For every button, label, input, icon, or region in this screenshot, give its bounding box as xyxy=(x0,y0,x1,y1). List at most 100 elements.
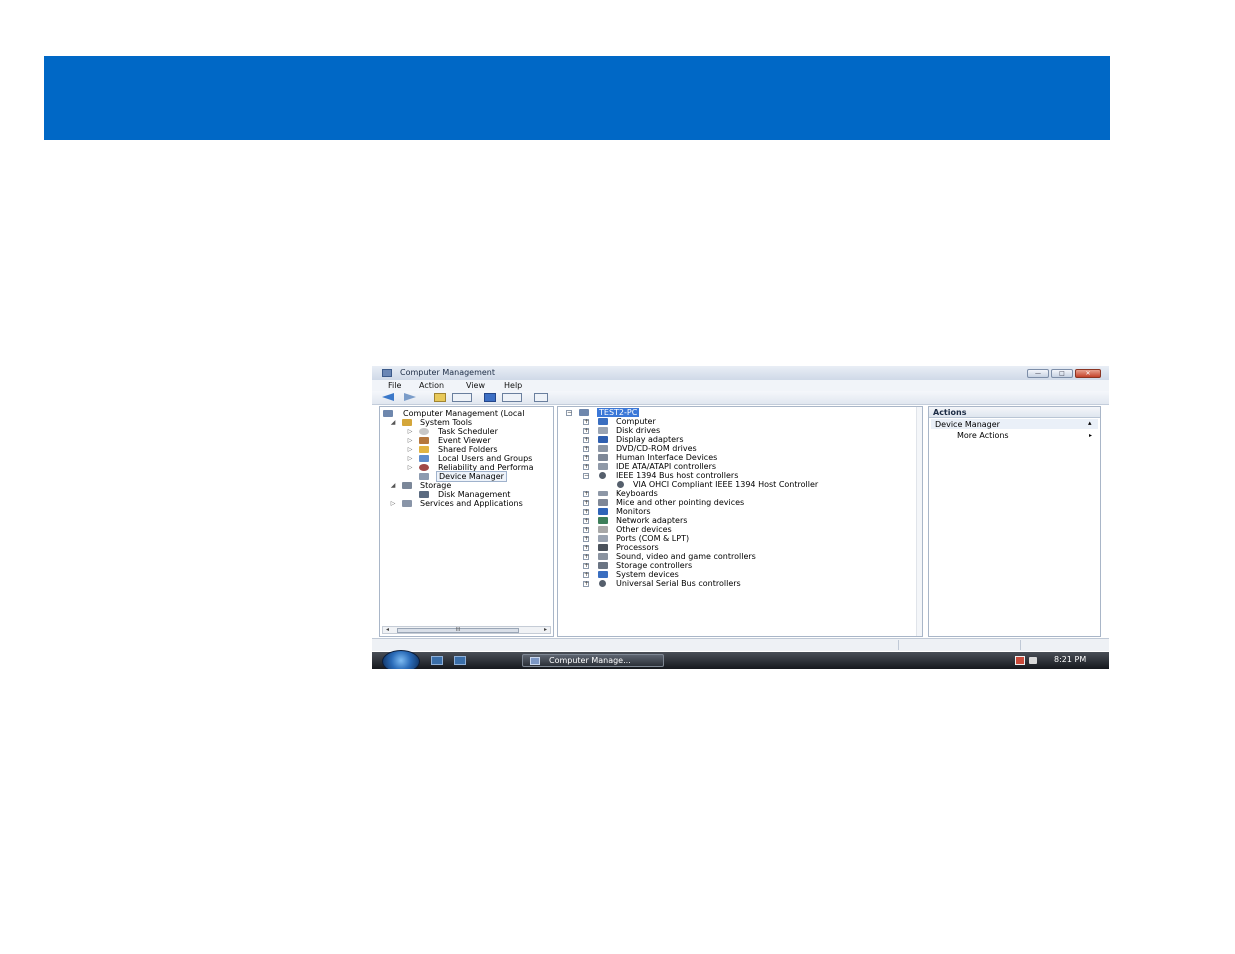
device-usb-controllers[interactable]: Universal Serial Bus controllers xyxy=(616,579,741,588)
device-ieee1394-controllers[interactable]: IEEE 1394 Bus host controllers xyxy=(616,471,738,480)
forward-arrow-icon[interactable] xyxy=(404,393,416,401)
expand-arrow-icon[interactable]: ▷ xyxy=(407,454,413,463)
actions-section[interactable]: Device Manager ▴ xyxy=(931,419,1098,429)
expand-box-icon[interactable]: + xyxy=(583,527,589,533)
status-bar xyxy=(372,638,1109,651)
minimize-button[interactable]: — xyxy=(1027,369,1049,378)
tree-root[interactable]: Computer Management (Local xyxy=(403,409,524,418)
device-dvd-drives[interactable]: DVD/CD-ROM drives xyxy=(616,444,697,453)
expand-box-icon[interactable]: + xyxy=(583,554,589,560)
taskbar-clock[interactable]: 8:21 PM xyxy=(1054,655,1086,664)
scroll-thumb[interactable]: III xyxy=(397,628,519,633)
tree-item-local-users[interactable]: Local Users and Groups xyxy=(438,454,532,463)
device-root[interactable]: TEST2-PC xyxy=(597,408,640,417)
collapse-arrow-icon[interactable]: ◢ xyxy=(390,418,396,427)
device-mice[interactable]: Mice and other pointing devices xyxy=(616,498,744,507)
device-computer[interactable]: Computer xyxy=(616,417,656,426)
collapse-arrow-icon[interactable]: ◢ xyxy=(390,481,396,490)
menu-file[interactable]: File xyxy=(388,381,401,390)
device-ports[interactable]: Ports (COM & LPT) xyxy=(616,534,689,543)
network-icon[interactable] xyxy=(1015,656,1025,665)
title-banner xyxy=(44,56,1110,140)
collapse-box-icon[interactable]: − xyxy=(566,410,572,416)
expand-box-icon[interactable]: + xyxy=(583,581,589,587)
expand-arrow-icon[interactable]: ▷ xyxy=(407,463,413,472)
device-display-adapters[interactable]: Display adapters xyxy=(616,435,684,444)
status-divider xyxy=(1020,640,1021,650)
tree-item-event-viewer[interactable]: Event Viewer xyxy=(438,436,491,445)
show-desktop-icon[interactable] xyxy=(431,656,443,665)
properties-icon[interactable] xyxy=(502,393,522,402)
actions-section-label: Device Manager xyxy=(935,420,1000,429)
device-sound-video[interactable]: Sound, video and game controllers xyxy=(616,552,756,561)
help-icon[interactable] xyxy=(484,393,496,402)
status-divider xyxy=(898,640,899,650)
up-folder-icon[interactable] xyxy=(434,393,446,402)
device-storage-controllers[interactable]: Storage controllers xyxy=(616,561,692,570)
start-orb-icon[interactable] xyxy=(382,650,420,669)
device-via-ohci-controller[interactable]: VIA OHCI Compliant IEEE 1394 Host Contro… xyxy=(633,480,818,489)
expand-box-icon[interactable]: + xyxy=(583,428,589,434)
tree-item-task-scheduler[interactable]: Task Scheduler xyxy=(438,427,498,436)
scan-hardware-icon[interactable] xyxy=(534,393,548,402)
window-titlebar[interactable]: Computer Management — □ ✕ xyxy=(372,366,1109,381)
expand-arrow-icon[interactable]: ▷ xyxy=(407,436,413,445)
screenshot-computer-management: Computer Management — □ ✕ File Action Vi… xyxy=(372,366,1109,669)
show-hide-tree-icon[interactable] xyxy=(452,393,472,402)
device-keyboards[interactable]: Keyboards xyxy=(616,489,658,498)
actions-title: Actions xyxy=(933,408,967,417)
collapse-box-icon[interactable]: − xyxy=(583,473,589,479)
other-devices-icon xyxy=(598,526,608,533)
tree-item-services-applications[interactable]: Services and Applications xyxy=(420,499,523,508)
window-controls: — □ ✕ xyxy=(1027,369,1101,378)
usb-icon xyxy=(599,580,606,587)
tree-item-storage[interactable]: Storage xyxy=(420,481,451,490)
menu-view[interactable]: View xyxy=(466,381,485,390)
expand-box-icon[interactable]: + xyxy=(583,572,589,578)
scroll-left-icon[interactable]: ◂ xyxy=(386,627,389,633)
more-actions-link[interactable]: More Actions xyxy=(957,431,1009,440)
device-disk-drives[interactable]: Disk drives xyxy=(616,426,660,435)
tree-item-system-tools[interactable]: System Tools xyxy=(420,418,472,427)
toolbar xyxy=(372,391,1109,405)
expand-box-icon[interactable]: + xyxy=(583,518,589,524)
tree-item-disk-management[interactable]: Disk Management xyxy=(438,490,510,499)
expand-box-icon[interactable]: + xyxy=(583,446,589,452)
volume-icon[interactable] xyxy=(1029,657,1037,664)
expand-box-icon[interactable]: + xyxy=(583,464,589,470)
switch-windows-icon[interactable] xyxy=(454,656,466,665)
expand-box-icon[interactable]: + xyxy=(583,491,589,497)
expand-box-icon[interactable]: + xyxy=(583,536,589,542)
taskbar-button-computer-management[interactable]: Computer Manage... xyxy=(522,654,664,667)
device-tree-scroll-area[interactable] xyxy=(916,407,922,636)
expand-arrow-icon[interactable]: ▷ xyxy=(407,445,413,454)
expand-box-icon[interactable]: + xyxy=(583,563,589,569)
back-arrow-icon[interactable] xyxy=(382,393,394,401)
expand-box-icon[interactable]: + xyxy=(583,500,589,506)
expand-box-icon[interactable]: + xyxy=(583,509,589,515)
device-hid[interactable]: Human Interface Devices xyxy=(616,453,717,462)
submenu-arrow-icon[interactable]: ▸ xyxy=(1089,431,1092,440)
device-network-adapters[interactable]: Network adapters xyxy=(616,516,687,525)
device-system-devices[interactable]: System devices xyxy=(616,570,679,579)
device-processors[interactable]: Processors xyxy=(616,543,659,552)
device-monitors[interactable]: Monitors xyxy=(616,507,651,516)
device-ide-controllers[interactable]: IDE ATA/ATAPI controllers xyxy=(616,462,716,471)
mouse-icon xyxy=(598,499,608,506)
scroll-right-icon[interactable]: ▸ xyxy=(544,627,547,633)
users-icon xyxy=(419,455,429,462)
maximize-button[interactable]: □ xyxy=(1051,369,1073,378)
menu-action[interactable]: Action xyxy=(419,381,444,390)
expand-arrow-icon[interactable]: ▷ xyxy=(390,499,396,508)
menu-help[interactable]: Help xyxy=(504,381,522,390)
expand-box-icon[interactable]: + xyxy=(583,419,589,425)
expand-box-icon[interactable]: + xyxy=(583,437,589,443)
expand-arrow-icon[interactable]: ▷ xyxy=(407,427,413,436)
close-button[interactable]: ✕ xyxy=(1075,369,1101,378)
device-other-devices[interactable]: Other devices xyxy=(616,525,672,534)
expand-box-icon[interactable]: + xyxy=(583,545,589,551)
tree-item-shared-folders[interactable]: Shared Folders xyxy=(438,445,498,454)
tree-horizontal-scrollbar[interactable]: ◂ III ▸ xyxy=(382,626,551,634)
expand-box-icon[interactable]: + xyxy=(583,455,589,461)
collapse-up-icon[interactable]: ▴ xyxy=(1088,419,1092,428)
